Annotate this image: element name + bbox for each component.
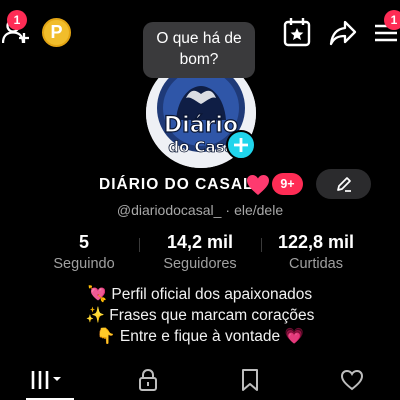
stat-divider xyxy=(139,238,140,252)
likes-count: 122,8 mil xyxy=(277,232,355,252)
edit-profile-button[interactable] xyxy=(316,169,371,199)
pencil-icon xyxy=(336,177,351,192)
menu-notification-badge: 1 xyxy=(384,10,400,30)
stat-divider xyxy=(261,238,262,252)
tooltip-line2: bom? xyxy=(179,51,219,68)
calendar-button[interactable] xyxy=(282,16,312,48)
stat-following[interactable]: 5 Seguindo xyxy=(40,232,128,274)
following-label: Seguindo xyxy=(53,256,115,272)
heart-icon xyxy=(246,174,270,201)
heart-outline-icon xyxy=(340,369,364,391)
profile-bio: 💘 Perfil oficial dos apaixonados ✨ Frase… xyxy=(0,284,400,347)
stat-followers[interactable]: 14,2 mil Seguidores xyxy=(150,232,250,274)
coin-button[interactable]: P xyxy=(42,18,71,47)
display-name: DIÁRIO DO CASAL xyxy=(99,176,254,193)
pronouns: ele/dele xyxy=(234,202,284,218)
add-story-button[interactable] xyxy=(226,130,256,160)
lock-icon xyxy=(139,368,157,391)
stat-likes[interactable]: 122,8 mil Curtidas xyxy=(270,232,362,274)
bookmark-icon xyxy=(242,369,258,391)
handle-row: @diariodocasal_ · ele/dele xyxy=(0,202,400,218)
share-icon xyxy=(329,20,357,46)
likes-label: Curtidas xyxy=(289,256,343,272)
tab-private[interactable] xyxy=(128,364,168,396)
bio-line: 💘 Perfil oficial dos apaixonados xyxy=(87,286,313,303)
following-count: 5 xyxy=(78,232,89,252)
plus-icon xyxy=(234,138,248,152)
avatar-logo-line1: Diário xyxy=(164,113,238,138)
followers-count: 14,2 mil xyxy=(166,232,234,252)
content-tabs xyxy=(0,360,400,400)
followers-label: Seguidores xyxy=(163,256,237,272)
count-badge[interactable]: 9+ xyxy=(272,173,303,195)
tab-videos[interactable] xyxy=(28,364,68,396)
notification-badge: 1 xyxy=(7,10,27,30)
calendar-star-icon xyxy=(283,18,311,47)
share-button[interactable] xyxy=(328,18,358,48)
tab-saved[interactable] xyxy=(230,364,270,396)
grid-icon xyxy=(31,371,61,389)
tooltip-line1: O que há de xyxy=(156,30,242,47)
tab-liked[interactable] xyxy=(332,364,372,396)
tooltip-bubble[interactable]: O que há de bom? xyxy=(143,22,255,78)
bio-line: ✨ Frases que marcam corações xyxy=(85,307,315,324)
bio-line: 👇 Entre e fique à vontade 💗 xyxy=(96,328,304,345)
username-handle: @diariodocasal_ xyxy=(116,202,222,218)
separator-dot: · xyxy=(225,202,231,218)
